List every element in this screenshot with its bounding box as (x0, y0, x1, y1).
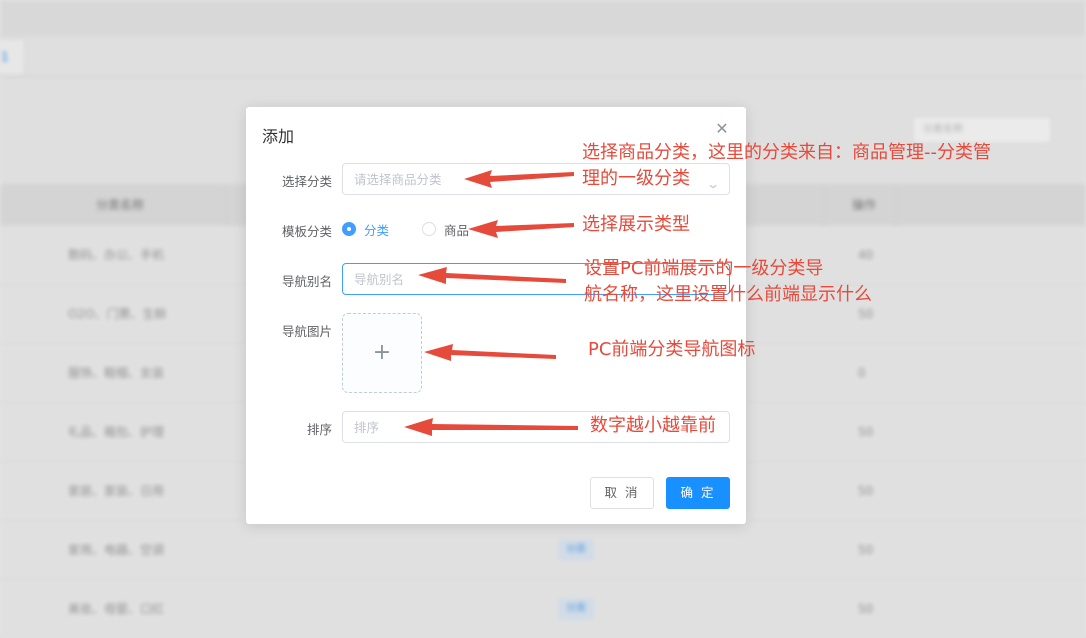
radio-product[interactable]: 商品 (422, 221, 470, 238)
template-label: 模板分类 (281, 224, 332, 239)
annotation-alias: 设置PC前端展示的一级分类导 航名称，这里设置什么前端显示什么 (584, 256, 872, 308)
confirm-button[interactable]: 确 定 (666, 477, 730, 509)
alias-label: 导航别名 (281, 274, 332, 289)
annotation-image: PC前端分类导航图标 (588, 339, 756, 360)
close-icon[interactable]: ✕ (714, 121, 730, 137)
annotation-category: 选择商品分类，这里的分类来自：商品管理--分类管 理的一级分类 (582, 140, 991, 192)
radio-label: 分类 (364, 222, 390, 238)
radio-dot[interactable] (422, 222, 436, 236)
annotation-text: 选择商品分类，这里的分类来自：商品管理--分类管 (582, 142, 991, 163)
radio-dot[interactable] (342, 222, 356, 236)
annotation-text: 设置PC前端展示的一级分类导 (584, 258, 824, 279)
cancel-button[interactable]: 取 消 (590, 477, 654, 509)
annotation-text: 航名称，这里设置什么前端显示什么 (584, 284, 872, 305)
category-label: 选择分类 (281, 174, 332, 189)
radio-category[interactable]: 分类 (342, 221, 390, 238)
dialog-title: 添加 (262, 127, 295, 146)
annotation-sort: 数字越小越靠前 (590, 415, 716, 436)
image-upload-button[interactable]: + (342, 313, 422, 393)
sort-label: 排序 (306, 422, 332, 437)
annotation-text: 理的一级分类 (582, 168, 690, 189)
image-label: 导航图片 (281, 324, 332, 339)
radio-label: 商品 (444, 222, 470, 238)
annotation-template: 选择展示类型 (582, 214, 690, 235)
plus-icon: + (372, 340, 392, 365)
